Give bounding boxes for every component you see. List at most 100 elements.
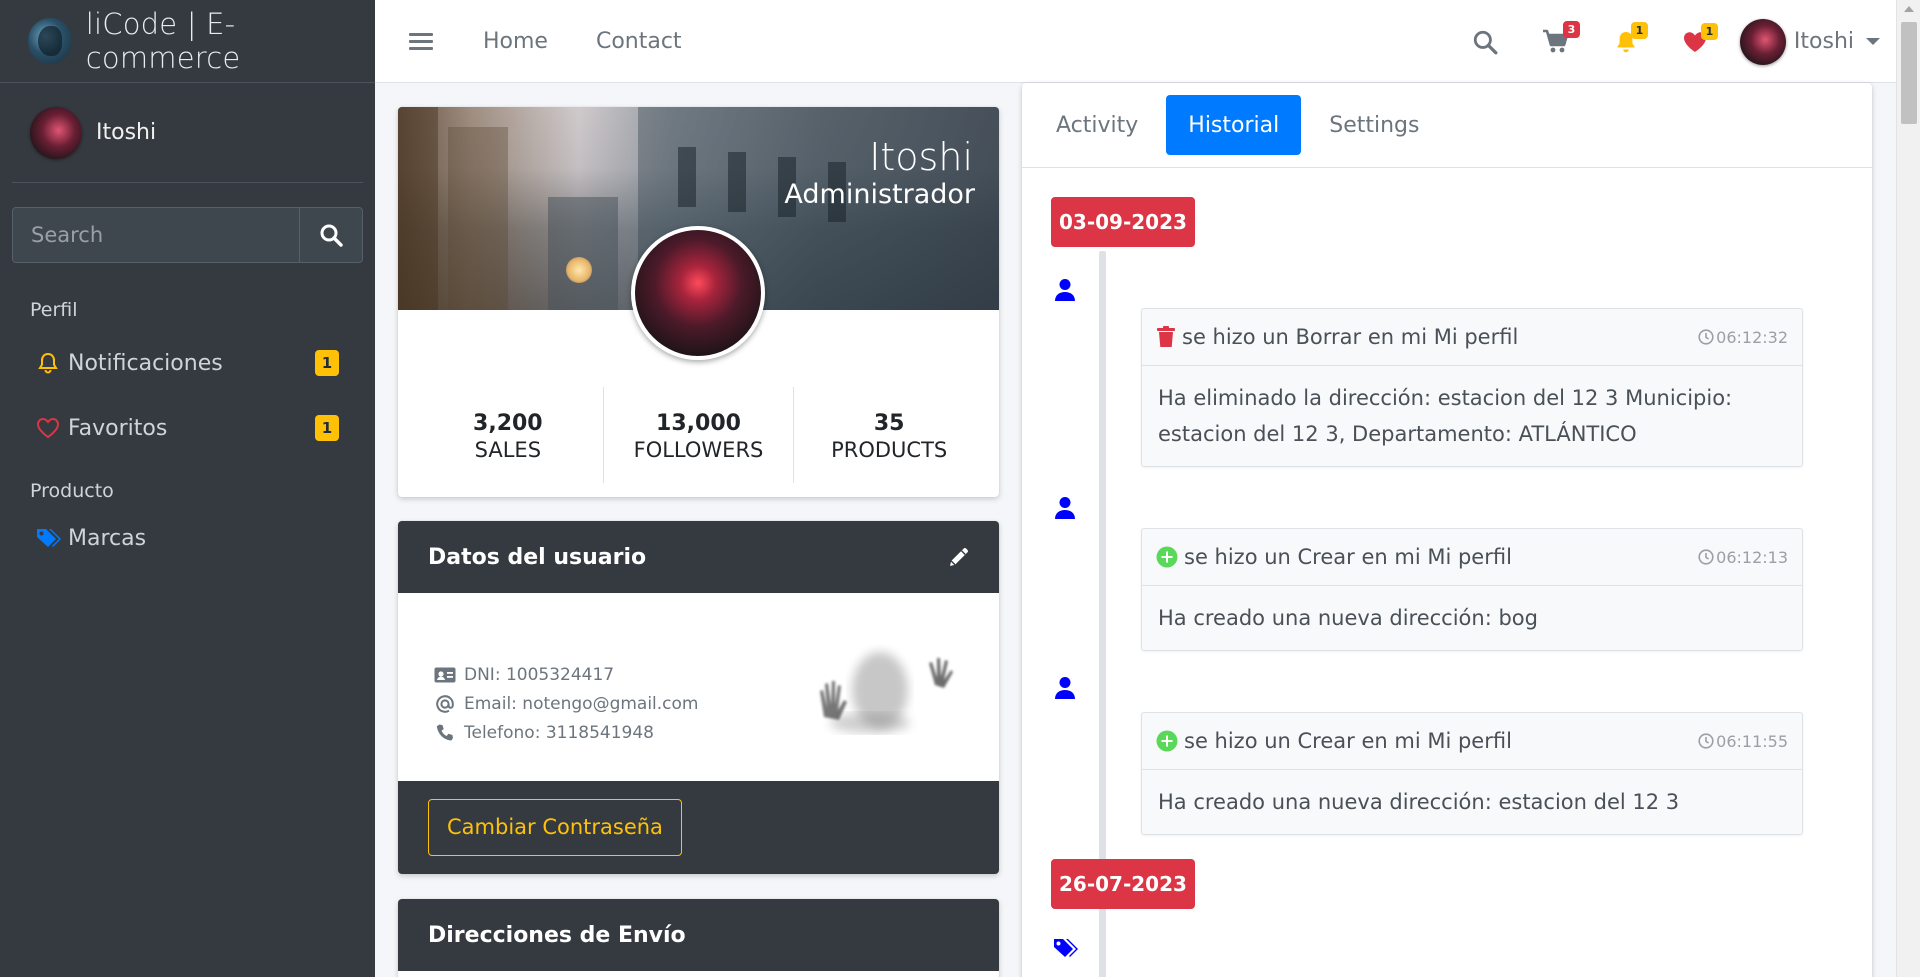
heart-count-badge: 1 [1700, 22, 1718, 40]
stat-label: SALES [474, 438, 542, 462]
stat-value: 35 [873, 411, 905, 436]
dni-text: DNI: 1005324417 [464, 665, 615, 685]
profile-role: Administrador [784, 179, 975, 210]
pencil-icon [950, 548, 968, 566]
ghost-hands-image [820, 652, 953, 733]
sidebar-user-panel[interactable]: Itoshi [12, 83, 363, 183]
change-password-button[interactable]: Cambiar Contraseña [428, 799, 682, 856]
id-card-icon [434, 667, 456, 683]
timeline-date-label: 03-09-2023 [1051, 197, 1195, 247]
trash-icon [1156, 326, 1176, 348]
card-title: Datos del usuario [428, 544, 647, 570]
addresses-header: Direcciones de Envío [398, 899, 999, 971]
brand-logo [28, 18, 72, 64]
timeline-item: se hizo un Crear en mi Mi perfil 06:12:1… [1141, 528, 1803, 651]
nav-header-producto: Producto [30, 480, 114, 502]
user-data-header: Datos del usuario [398, 521, 999, 593]
timeline-item-title: se hizo un Crear en mi Mi perfil [1184, 729, 1512, 753]
time-text: 06:12:13 [1716, 547, 1788, 567]
user-icon [1050, 275, 1080, 305]
favorites-button[interactable]: 1 [1682, 22, 1718, 53]
user-data-card: Datos del usuario DNI: 1005324417 Email:… [398, 521, 999, 874]
stat-label: PRODUCTS [831, 438, 948, 462]
user-data-footer: Cambiar Contraseña [398, 781, 999, 874]
notification-badge: 1 [315, 350, 339, 376]
user-icon [1050, 673, 1080, 703]
profile-stats: 3,200 SALES 13,000 FOLLOWERS 35 PRODUCTS [398, 387, 999, 483]
clock-icon [1698, 733, 1714, 749]
edit-button[interactable] [947, 545, 971, 575]
page-scrollbar[interactable] [1896, 0, 1920, 977]
email-line: Email: notengo@gmail.com [434, 694, 699, 714]
timeline-item-time: 06:12:32 [1698, 328, 1788, 347]
brand-link[interactable]: liCode | E-commerce [0, 0, 375, 83]
tab-historial[interactable]: Historial [1166, 95, 1302, 155]
at-icon [434, 694, 456, 714]
search-icon [1473, 30, 1498, 54]
timeline-item-header: se hizo un Borrar en mi Mi perfil 06:12:… [1142, 309, 1802, 366]
stat-sales: 3,200 SALES [413, 387, 603, 483]
tabs-card: Activity Historial Settings 03-09-2023 s… [1022, 83, 1872, 977]
menu-toggle-icon[interactable] [409, 29, 433, 54]
sidebar-search [12, 207, 363, 263]
email-text: Email: notengo@gmail.com [464, 694, 699, 714]
search-icon [320, 224, 343, 247]
stat-value: 13,000 [656, 411, 741, 436]
main-sidebar: liCode | E-commerce Itoshi Perfil Notifi… [0, 0, 375, 977]
navbar-search-button[interactable] [1472, 29, 1498, 55]
phone-text: Telefono: 3118541948 [464, 723, 654, 743]
tabs-bar: Activity Historial Settings [1022, 83, 1872, 168]
avatar [1739, 18, 1786, 65]
cart-count-badge: 3 [1562, 20, 1580, 38]
favorites-badge: 1 [315, 415, 339, 441]
user-icon [1050, 493, 1080, 523]
bell-count-badge: 1 [1630, 21, 1648, 39]
stat-label: FOLLOWERS [633, 438, 764, 462]
timeline-item-header: se hizo un Crear en mi Mi perfil 06:12:1… [1142, 529, 1802, 586]
tags-icon [1050, 933, 1080, 963]
card-title: Direcciones de Envío [428, 922, 686, 948]
brand-text: liCode | E-commerce [85, 7, 241, 75]
plus-circle-icon [1156, 730, 1178, 752]
user-dropdown[interactable]: Itoshi [1739, 18, 1880, 65]
phone-icon [434, 723, 456, 743]
timeline-item-body: Ha creado una nueva dirección: bog [1158, 606, 1538, 630]
sidebar-user-name[interactable]: Itoshi [96, 120, 156, 145]
sidebar-item-label: Marcas [68, 525, 147, 551]
timeline-item: se hizo un Crear en mi Mi perfil 06:11:5… [1141, 712, 1803, 835]
scroll-thumb[interactable] [1901, 22, 1917, 124]
nav-link-home[interactable]: Home [483, 29, 548, 54]
search-input[interactable] [13, 208, 299, 262]
clock-icon [1698, 329, 1714, 345]
bell-icon [34, 351, 62, 375]
tags-icon [34, 527, 62, 549]
timeline-date-label: 26-07-2023 [1051, 859, 1195, 909]
notifications-button[interactable]: 1 [1614, 21, 1648, 54]
chevron-down-icon [1866, 38, 1880, 45]
clock-icon [1698, 549, 1714, 565]
stat-products: 35 PRODUCTS [793, 387, 984, 483]
timeline-item-time: 06:11:55 [1698, 732, 1788, 751]
sidebar-item-marcas[interactable]: Marcas [12, 510, 363, 566]
phone-line: Telefono: 3118541948 [434, 723, 654, 743]
dni-line: DNI: 1005324417 [434, 665, 614, 685]
navbar-user-name: Itoshi [1793, 29, 1854, 54]
nav-link-contact[interactable]: Contact [596, 29, 682, 54]
profile-name: Itoshi [869, 135, 973, 179]
navbar-right: 3 1 1 Itoshi [1472, 0, 1880, 83]
timeline-item-body: Ha eliminado la dirección: estacion del … [1158, 386, 1733, 446]
cart-button[interactable]: 3 [1542, 20, 1580, 55]
scroll-up-arrow-icon[interactable] [1904, 6, 1914, 12]
sidebar-item-notificaciones[interactable]: Notificaciones 1 [12, 335, 363, 391]
profile-avatar [631, 226, 765, 360]
heart-icon [34, 417, 62, 439]
timeline-item-title: se hizo un Crear en mi Mi perfil [1184, 545, 1512, 569]
profile-card: Itoshi Administrador 3,200 SALES 13,000 … [398, 107, 999, 497]
plus-circle-icon [1156, 546, 1178, 568]
search-button[interactable] [299, 208, 362, 262]
tab-activity[interactable]: Activity [1034, 95, 1160, 155]
sidebar-item-favoritos[interactable]: Favoritos 1 [12, 400, 363, 456]
tab-settings[interactable]: Settings [1307, 95, 1441, 155]
timeline-item-header: se hizo un Crear en mi Mi perfil 06:11:5… [1142, 713, 1802, 770]
timeline-item-body: Ha creado una nueva dirección: estacion … [1158, 790, 1680, 814]
